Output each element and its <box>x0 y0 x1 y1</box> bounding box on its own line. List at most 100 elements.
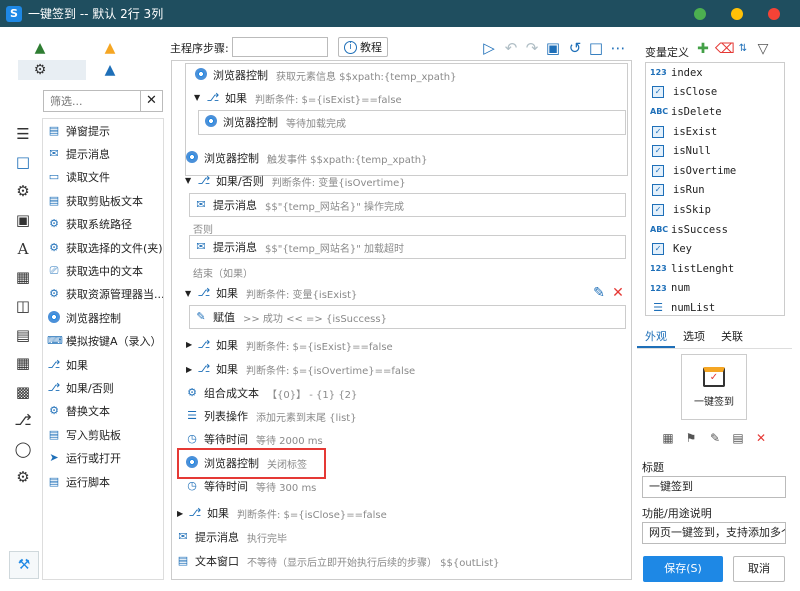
image-icon[interactable]: ▦ <box>14 268 32 286</box>
list-item[interactable]: ⚙ 替换文本 <box>43 400 163 423</box>
collapse-toggle-icon[interactable]: ▶ <box>186 340 194 350</box>
variable-row[interactable]: ✓ isExist <box>646 122 784 142</box>
list-item[interactable]: ⚙ 获取系统路径 <box>43 213 163 236</box>
expand-toggle-icon[interactable]: ▼ <box>194 93 202 103</box>
cubes-green-icon[interactable]: ▲ <box>32 40 48 56</box>
text-icon[interactable]: A <box>14 240 32 258</box>
flow-step[interactable]: ⎇ 如果 判断条件: $={isExist}==false <box>197 334 393 356</box>
list-item[interactable]: ▭ 读取文件 <box>43 166 163 189</box>
save-icon[interactable]: ▣ <box>543 38 563 58</box>
action-icon-card[interactable]: ✓ 一键签到 <box>681 354 747 420</box>
maximize-button[interactable] <box>694 8 706 20</box>
variable-row[interactable]: ✓ isSkip <box>646 200 784 220</box>
flow-step[interactable]: ✉ 提示消息 $$"{temp_网站名}" 加载超时 <box>194 236 404 258</box>
save-button[interactable]: 保存(S) <box>643 556 723 582</box>
minimize-button[interactable] <box>731 8 743 20</box>
document-icon[interactable]: ▤ <box>14 326 32 344</box>
flow-step[interactable]: ✉ 提示消息 执行完毕 <box>176 526 287 548</box>
history-icon[interactable]: ↺ <box>565 38 585 58</box>
step-input[interactable] <box>232 37 328 57</box>
flag-icon[interactable]: ⚑ <box>683 430 699 446</box>
tab-links[interactable]: 关联 <box>713 328 751 348</box>
expand-toggle-icon[interactable]: ▼ <box>185 289 193 299</box>
variable-row[interactable]: 123 num <box>646 279 784 299</box>
windows-icon[interactable]: ▦ <box>14 354 32 372</box>
collapse-toggle-icon[interactable]: ▶ <box>177 509 185 519</box>
list-item[interactable]: ⎚ 获取选中的文本 <box>43 259 163 282</box>
variable-row[interactable]: ✓ isClose <box>646 83 784 103</box>
flow-step[interactable]: 浏览器控制 关闭标签 <box>185 452 307 474</box>
list-item[interactable]: ⚙ 获取选择的文件(夹) <box>43 236 163 259</box>
variable-row[interactable]: 123 listLenght <box>646 259 784 279</box>
list-item[interactable]: ✉ 提示消息 <box>43 142 163 165</box>
close-button[interactable] <box>768 8 780 20</box>
tutorial-button[interactable]: i 教程 <box>338 37 388 57</box>
list-item[interactable]: 浏览器控制 <box>43 306 163 329</box>
brush-icon[interactable]: ✎ <box>707 430 723 446</box>
settings-icon[interactable]: ⚙ <box>14 182 32 200</box>
list-item[interactable]: ➤ 运行或打开 <box>43 446 163 469</box>
list-item[interactable]: ⎇ 如果 <box>43 353 163 376</box>
flow-step[interactable]: ◷ 等待时间 等待 2000 ms <box>185 428 323 450</box>
delete-x-icon[interactable]: ✕ <box>610 285 626 301</box>
tab-appearance[interactable]: 外观 <box>637 328 675 348</box>
flow-step[interactable]: ⚙ 组合成文本 【{0}】 - {1} {2} <box>185 382 357 404</box>
delete-variable-icon[interactable]: ⌫ <box>715 41 735 57</box>
cubes-blue-icon[interactable]: ▲ <box>102 62 118 78</box>
variable-row[interactable]: ✓ Key <box>646 239 784 259</box>
tab-options[interactable]: 选项 <box>675 328 713 348</box>
variable-row[interactable]: ✓ isRun <box>646 181 784 201</box>
undo-icon[interactable]: ↶ <box>501 38 521 58</box>
wrench-icon[interactable]: ⚒ <box>9 551 39 579</box>
list-item[interactable]: ▤ 获取剪贴板文本 <box>43 189 163 212</box>
flow-step[interactable]: ⎇ 如果 判断条件: 变量{isExist} <box>197 282 358 304</box>
filter-icon[interactable]: ▽ <box>755 41 771 57</box>
window-icon[interactable]: ▣ <box>14 211 32 229</box>
flow-step[interactable]: ◷ 等待时间 等待 300 ms <box>185 475 316 497</box>
run-icon[interactable]: ▷ <box>479 38 499 58</box>
gears-icon[interactable]: ⚙ <box>32 62 48 78</box>
variable-row[interactable]: ABC isSuccess <box>646 220 784 240</box>
flow-step[interactable]: ⎇ 如果/否则 判断条件: 变量{isOvertime} <box>197 170 406 192</box>
list-item[interactable]: ⚙ 获取资源管理器当... <box>43 283 163 306</box>
edit-pencil-icon[interactable]: ✎ <box>591 285 607 301</box>
calculator-icon[interactable]: ▩ <box>14 383 32 401</box>
expand-toggle-icon[interactable]: ▼ <box>185 176 193 186</box>
sort-az-icon[interactable]: ⇅ <box>735 41 751 57</box>
gears-small-icon[interactable]: ⚙ <box>14 468 32 486</box>
filter-input[interactable] <box>44 91 140 111</box>
variable-row[interactable]: ☰ numList <box>646 298 784 315</box>
flow-step[interactable]: 浏览器控制 触发事件 $$xpath:{temp_xpath} <box>185 147 427 169</box>
clear-filter-icon[interactable]: ✕ <box>140 91 162 111</box>
list-item[interactable]: ⎇ 如果/否则 <box>43 376 163 399</box>
list-item[interactable]: ▤ 写入剪贴板 <box>43 423 163 446</box>
note-icon[interactable]: □ <box>586 38 606 58</box>
list-item[interactable]: ⌨ 模拟按键A（录入） <box>43 330 163 353</box>
list-item[interactable]: ▤ 运行脚本 <box>43 470 163 493</box>
flow-step[interactable]: ⎇ 如果 判断条件: $={isOvertime}==false <box>197 358 416 380</box>
add-variable-icon[interactable]: ✚ <box>695 41 711 57</box>
redo-icon[interactable]: ↷ <box>522 38 542 58</box>
flow-step[interactable]: ⎇ 如果 判断条件: $={isClose}==false <box>188 502 387 524</box>
flow-step[interactable]: 浏览器控制 等待加载完成 <box>204 111 346 133</box>
flow-step[interactable]: 浏览器控制 获取元素信息 $$xpath:{temp_xpath} <box>194 64 456 86</box>
shirt-icon[interactable]: ▤ <box>730 430 746 446</box>
clear-icon[interactable]: ✕ <box>753 430 769 446</box>
list-item[interactable]: ▤ 弹窗提示 <box>43 119 163 142</box>
flow-step[interactable]: ✎ 赋值 >> 成功 << => {isSuccess} <box>194 306 387 328</box>
menu-icon[interactable]: ☰ <box>14 125 32 143</box>
title-input[interactable]: 一键签到 <box>642 476 786 498</box>
description-input[interactable]: 网页一键签到，支持添加多个 <box>642 522 786 544</box>
cancel-button[interactable]: 取消 <box>733 556 785 582</box>
image-icon[interactable]: ▦ <box>660 430 676 446</box>
more-icon[interactable]: ⋯ <box>608 38 628 58</box>
clipboard-icon[interactable]: ◫ <box>14 297 32 315</box>
cubes-orange-icon[interactable]: ▲ <box>102 40 118 56</box>
variable-row[interactable]: ✓ isOvertime <box>646 161 784 181</box>
flow-step[interactable]: ✉ 提示消息 $$"{temp_网站名}" 操作完成 <box>194 194 404 216</box>
flow-step[interactable]: ☰ 列表操作 添加元素到末尾 {list} <box>185 405 357 427</box>
bookmark-icon[interactable]: □ <box>14 153 32 171</box>
variable-row[interactable]: 123 index <box>646 63 784 83</box>
flow-step[interactable]: ⎇ 如果 判断条件: $={isExist}==false <box>206 87 402 109</box>
collapse-toggle-icon[interactable]: ▶ <box>186 365 194 375</box>
